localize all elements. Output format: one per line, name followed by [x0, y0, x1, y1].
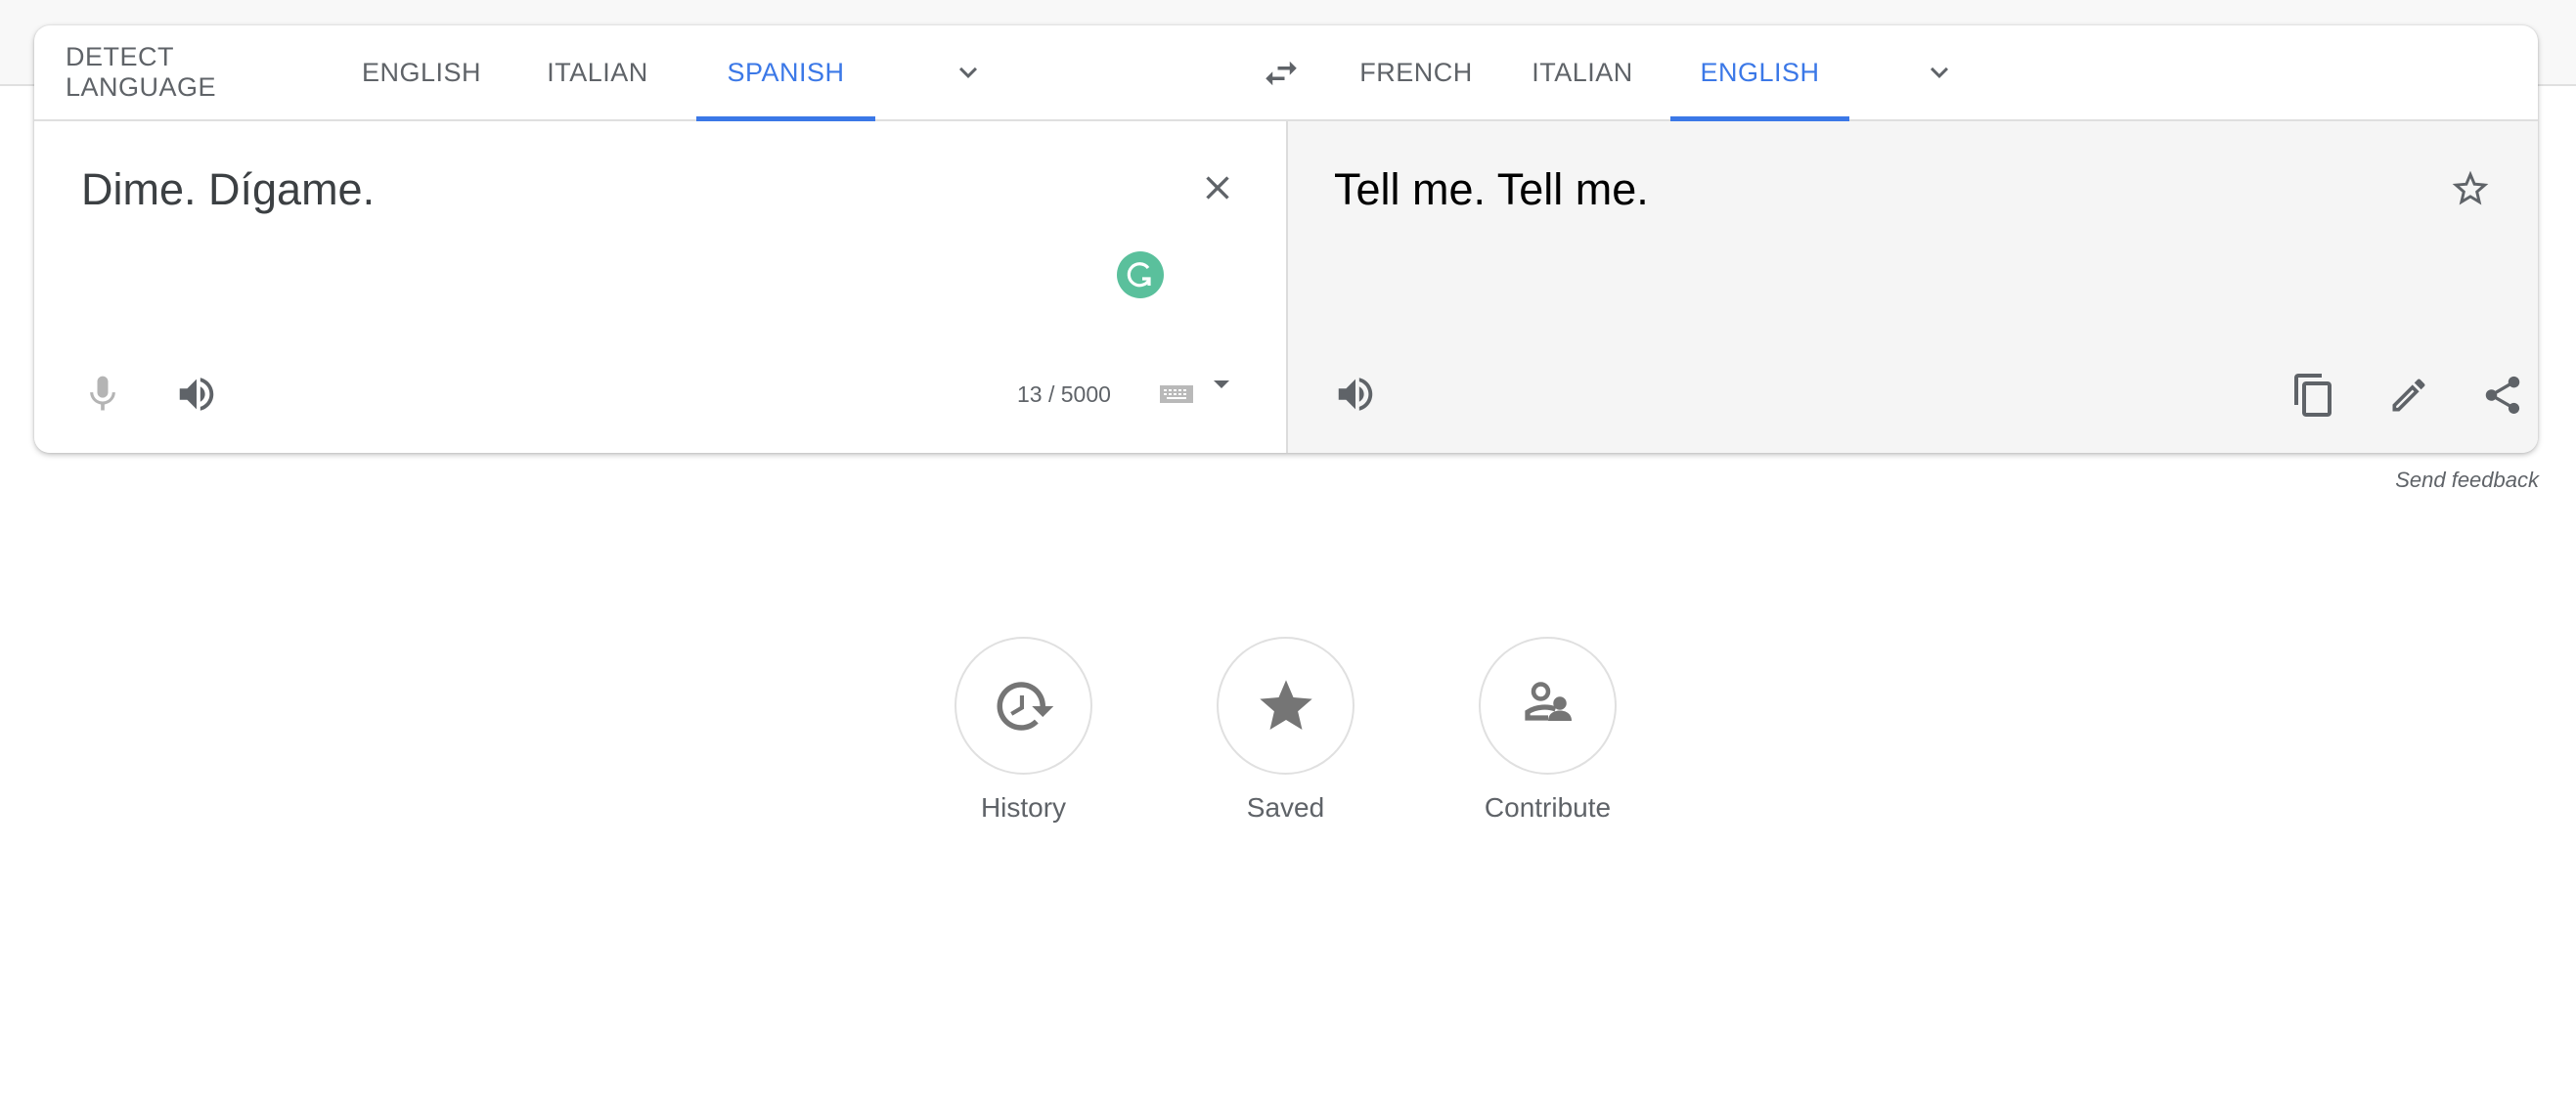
chevron-down-icon	[959, 67, 977, 78]
contribute-button[interactable]: Contribute	[1478, 637, 1618, 824]
source-more-languages-button[interactable]	[951, 55, 986, 90]
target-listen-button[interactable]	[1332, 371, 1379, 418]
saved-label: Saved	[1246, 792, 1325, 823]
history-icon	[997, 681, 1053, 731]
saved-button[interactable]: Saved	[1216, 637, 1355, 824]
clear-source-button[interactable]	[1196, 166, 1239, 209]
saved-circle	[1217, 637, 1355, 775]
grammarly-icon	[1117, 251, 1164, 298]
speaker-icon	[1338, 378, 1373, 411]
tab-source-spanish[interactable]: SPANISH	[696, 25, 875, 121]
language-bar: DETECT LANGUAGE ENGLISH ITALIAN SPANISH …	[34, 25, 2538, 121]
swap-languages-button[interactable]	[1261, 53, 1302, 94]
microphone-icon	[90, 376, 115, 411]
translation-text: Tell me. Tell me.	[1334, 164, 1649, 214]
tab-detect-language[interactable]: DETECT LANGUAGE	[66, 25, 322, 119]
share-translation-button[interactable]	[2479, 371, 2526, 420]
target-more-languages-button[interactable]	[1922, 55, 1957, 90]
tab-target-french[interactable]: FRENCH	[1355, 25, 1478, 119]
source-pane: Dime. Dígame. 13 / 5000	[34, 121, 1285, 453]
grammarly-button[interactable]	[1116, 250, 1165, 299]
copy-translation-button[interactable]	[2290, 371, 2337, 420]
share-icon	[2485, 376, 2520, 415]
swap-arrows-icon	[1266, 61, 1297, 86]
copy-icon	[2294, 374, 2332, 417]
edit-translation-button[interactable]	[2385, 371, 2432, 420]
translate-card: DETECT LANGUAGE ENGLISH ITALIAN SPANISH …	[34, 25, 2538, 453]
input-tools-dropdown[interactable]	[1210, 376, 1233, 395]
caret-down-icon	[1214, 380, 1229, 388]
chevron-down-icon	[1931, 67, 1948, 78]
star-icon	[1259, 679, 1312, 730]
contribute-icon	[1524, 681, 1572, 721]
contribute-label: Contribute	[1484, 792, 1612, 823]
tab-source-english[interactable]: ENGLISH	[352, 25, 491, 119]
history-label: History	[980, 792, 1067, 823]
send-feedback-link[interactable]: Send feedback	[2395, 468, 2539, 493]
edit-icon	[2392, 379, 2425, 412]
source-text-input[interactable]: Dime. Dígame.	[81, 164, 375, 215]
tab-target-italian[interactable]: ITALIAN	[1508, 25, 1657, 119]
contribute-circle	[1479, 637, 1617, 775]
save-translation-button[interactable]	[2448, 166, 2493, 211]
history-circle	[955, 637, 1092, 775]
source-listen-button[interactable]	[173, 371, 220, 418]
tab-target-english[interactable]: ENGLISH	[1670, 25, 1849, 121]
target-pane: Tell me. Tell me.	[1286, 121, 2538, 453]
close-icon	[1206, 176, 1229, 200]
keyboard-button[interactable]	[1159, 381, 1194, 407]
character-count: 13 / 5000	[1017, 381, 1111, 407]
tab-source-italian[interactable]: ITALIAN	[523, 25, 672, 119]
speaker-icon	[179, 378, 214, 411]
keyboard-icon	[1160, 385, 1193, 403]
history-button[interactable]: History	[954, 637, 1093, 824]
star-outline-icon	[2452, 170, 2489, 205]
microphone-button[interactable]	[81, 371, 124, 418]
